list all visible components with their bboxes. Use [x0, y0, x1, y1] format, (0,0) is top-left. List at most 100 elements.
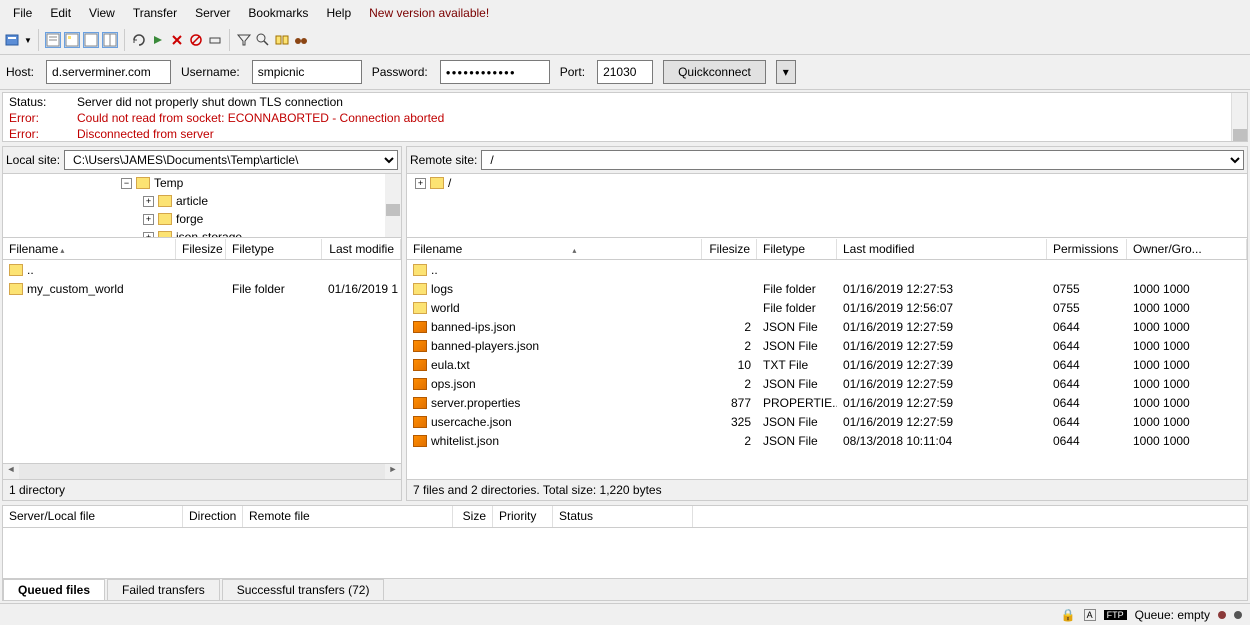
site-manager-icon[interactable] [5, 32, 21, 48]
col-filesize[interactable]: Filesize [176, 239, 226, 259]
col-server-local[interactable]: Server/Local file [3, 506, 183, 527]
remote-file-list[interactable]: ..logsFile folder01/16/2019 12:27:530755… [407, 260, 1247, 479]
menu-transfer[interactable]: Transfer [125, 3, 185, 23]
tab-failed-transfers[interactable]: Failed transfers [107, 579, 220, 600]
menu-server[interactable]: Server [187, 3, 238, 23]
tree-expand-icon[interactable]: + [143, 214, 154, 225]
log-text: Server did not properly shut down TLS co… [73, 95, 1245, 109]
toggle-queue-icon[interactable] [83, 32, 99, 48]
list-item[interactable]: .. [3, 260, 401, 279]
toggle-split-icon[interactable] [102, 32, 118, 48]
menu-view[interactable]: View [81, 3, 123, 23]
list-item[interactable]: usercache.json325JSON File01/16/2019 12:… [407, 412, 1247, 431]
menu-file[interactable]: File [5, 3, 40, 23]
quickconnect-history-dropdown[interactable]: ▾ [776, 60, 796, 84]
list-item[interactable]: banned-players.json2JSON File01/16/2019 … [407, 336, 1247, 355]
col-size[interactable]: Size [453, 506, 493, 527]
tree-node[interactable]: article [176, 194, 208, 208]
password-input[interactable] [440, 60, 550, 84]
col-lastmodified[interactable]: Last modified [837, 239, 1047, 259]
disconnect-icon[interactable] [188, 32, 204, 48]
local-hscrollbar[interactable]: ◄► [3, 463, 401, 479]
toolbar: ▼ [0, 26, 1250, 55]
cancel-icon[interactable] [169, 32, 185, 48]
tree-expand-icon[interactable]: + [143, 196, 154, 207]
list-item[interactable]: worldFile folder01/16/2019 12:56:0707551… [407, 298, 1247, 317]
file-icon [413, 359, 427, 371]
host-input[interactable] [46, 60, 171, 84]
col-direction[interactable]: Direction [183, 506, 243, 527]
menu-help[interactable]: Help [318, 3, 359, 23]
folder-icon [158, 195, 172, 207]
remote-path-input[interactable]: / [481, 150, 1244, 170]
sort-asc-icon: ▴ [572, 246, 576, 255]
list-item[interactable]: ops.json2JSON File01/16/2019 12:27:59064… [407, 374, 1247, 393]
transfer-queue: Server/Local file Direction Remote file … [2, 505, 1248, 601]
col-permissions[interactable]: Permissions [1047, 239, 1127, 259]
local-file-list[interactable]: .. my_custom_world File folder 01/16/201… [3, 260, 401, 463]
log-text: Disconnected from server [73, 127, 1245, 141]
remote-path-bar: Remote site: / [407, 147, 1247, 174]
indicator-icon [1234, 611, 1242, 619]
folder-icon [158, 231, 172, 238]
binoculars-icon[interactable] [293, 32, 309, 48]
queue-list[interactable] [3, 528, 1247, 578]
tree-scrollbar[interactable] [385, 174, 401, 237]
process-queue-icon[interactable] [150, 32, 166, 48]
username-input[interactable] [252, 60, 362, 84]
menu-edit[interactable]: Edit [42, 3, 79, 23]
toolbar-separator [124, 29, 125, 51]
site-dropdown-icon[interactable]: ▼ [24, 36, 32, 45]
menu-new-version[interactable]: New version available! [361, 3, 497, 23]
refresh-icon[interactable] [131, 32, 147, 48]
toggle-log-icon[interactable] [45, 32, 61, 48]
quickconnect-bar: Host: Username: Password: Port: Quickcon… [0, 55, 1250, 90]
host-label: Host: [6, 65, 34, 79]
tab-successful-transfers[interactable]: Successful transfers (72) [222, 579, 385, 600]
col-status[interactable]: Status [553, 506, 693, 527]
col-remote-file[interactable]: Remote file [243, 506, 453, 527]
list-item[interactable]: logsFile folder01/16/2019 12:27:53075510… [407, 279, 1247, 298]
col-filename[interactable]: Filename▴ [3, 239, 176, 259]
col-filesize[interactable]: Filesize [702, 239, 757, 259]
key-icon[interactable]: A [1084, 609, 1096, 621]
col-filetype[interactable]: Filetype [757, 239, 837, 259]
tree-node[interactable]: Temp [154, 176, 183, 190]
reconnect-icon[interactable] [207, 32, 223, 48]
compare-icon[interactable] [274, 32, 290, 48]
lock-icon[interactable]: 🔒 [1061, 608, 1076, 622]
filter-icon[interactable] [236, 32, 252, 48]
col-filetype[interactable]: Filetype [226, 239, 322, 259]
tree-collapse-icon[interactable]: − [121, 178, 132, 189]
list-item[interactable]: banned-ips.json2JSON File01/16/2019 12:2… [407, 317, 1247, 336]
tree-node[interactable]: json-storage [176, 230, 242, 238]
search-icon[interactable] [255, 32, 271, 48]
col-filename[interactable]: Filename▴ [407, 239, 702, 259]
col-priority[interactable]: Priority [493, 506, 553, 527]
menubar: File Edit View Transfer Server Bookmarks… [0, 0, 1250, 26]
ftp-icon[interactable]: FTP [1104, 610, 1127, 620]
remote-site-label: Remote site: [410, 153, 477, 167]
list-item[interactable]: .. [407, 260, 1247, 279]
tab-queued-files[interactable]: Queued files [3, 579, 105, 600]
menu-bookmarks[interactable]: Bookmarks [240, 3, 316, 23]
port-label: Port: [560, 65, 585, 79]
tree-node[interactable]: forge [176, 212, 203, 226]
tree-expand-icon[interactable]: + [143, 232, 154, 239]
list-item[interactable]: server.properties877PROPERTIE...01/16/20… [407, 393, 1247, 412]
port-input[interactable] [597, 60, 653, 84]
local-path-input[interactable]: C:\Users\JAMES\Documents\Temp\article\ [64, 150, 398, 170]
list-item[interactable]: eula.txt10TXT File01/16/2019 12:27:39064… [407, 355, 1247, 374]
toggle-tree-icon[interactable] [64, 32, 80, 48]
tree-node[interactable]: / [448, 176, 451, 190]
quickconnect-button[interactable]: Quickconnect [663, 60, 766, 84]
message-log[interactable]: Status:Server did not properly shut down… [2, 92, 1248, 142]
local-tree[interactable]: − Temp + article + forge + json-storage [3, 174, 401, 238]
list-item[interactable]: whitelist.json2JSON File08/13/2018 10:11… [407, 431, 1247, 450]
remote-tree[interactable]: +/ [407, 174, 1247, 238]
col-lastmodified[interactable]: Last modifie [322, 239, 401, 259]
list-item[interactable]: my_custom_world File folder 01/16/2019 1 [3, 279, 401, 298]
col-owner[interactable]: Owner/Gro... [1127, 239, 1247, 259]
tree-expand-icon[interactable]: + [415, 178, 426, 189]
log-scrollbar[interactable] [1231, 93, 1247, 141]
